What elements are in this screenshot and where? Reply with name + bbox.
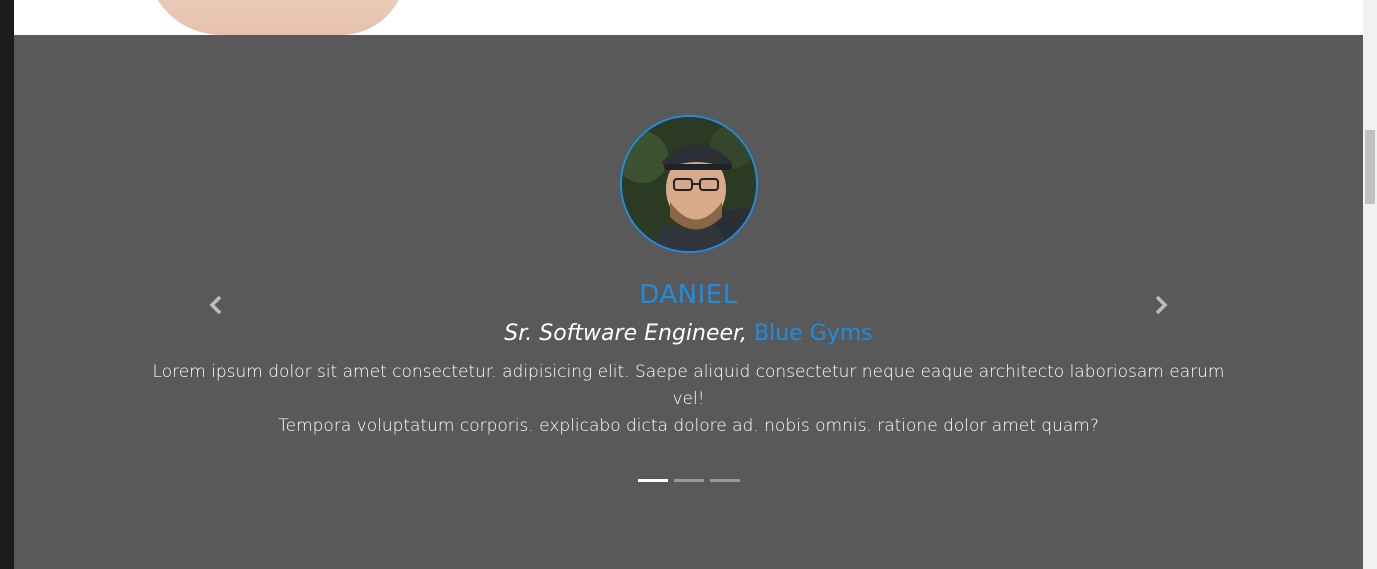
page-scrollbar[interactable] [1363, 0, 1377, 569]
carousel-indicator-1[interactable] [638, 479, 668, 482]
scrollbar-thumb[interactable] [1365, 130, 1375, 204]
job-title: Sr. Software Engineer, [504, 321, 755, 346]
chevron-right-icon [1155, 295, 1168, 315]
testimonial-section: DANIEL Sr. Software Engineer, Blue Gyms … [14, 35, 1363, 569]
avatar [620, 115, 758, 253]
left-edge-bar [0, 0, 14, 569]
chevron-left-icon [209, 295, 222, 315]
carousel-indicator-2[interactable] [674, 479, 704, 482]
avatar-photo [622, 117, 756, 251]
testimonial-quote: Lorem ipsum dolor sit amet consectetur. … [134, 359, 1243, 440]
carousel-next-button[interactable] [1148, 293, 1172, 317]
quote-line-2: Tempora voluptatum corporis. explicabo d… [278, 416, 1099, 436]
previous-section-image [14, 0, 1363, 35]
carousel-indicators [638, 479, 740, 482]
quote-line-1: Lorem ipsum dolor sit amet consectetur. … [152, 362, 1225, 409]
person-role: Sr. Software Engineer, Blue Gyms [14, 321, 1363, 346]
company-name: Blue Gyms [754, 321, 873, 346]
carousel-prev-button[interactable] [205, 293, 229, 317]
carousel-indicator-3[interactable] [710, 479, 740, 482]
hand-image [146, 0, 406, 35]
